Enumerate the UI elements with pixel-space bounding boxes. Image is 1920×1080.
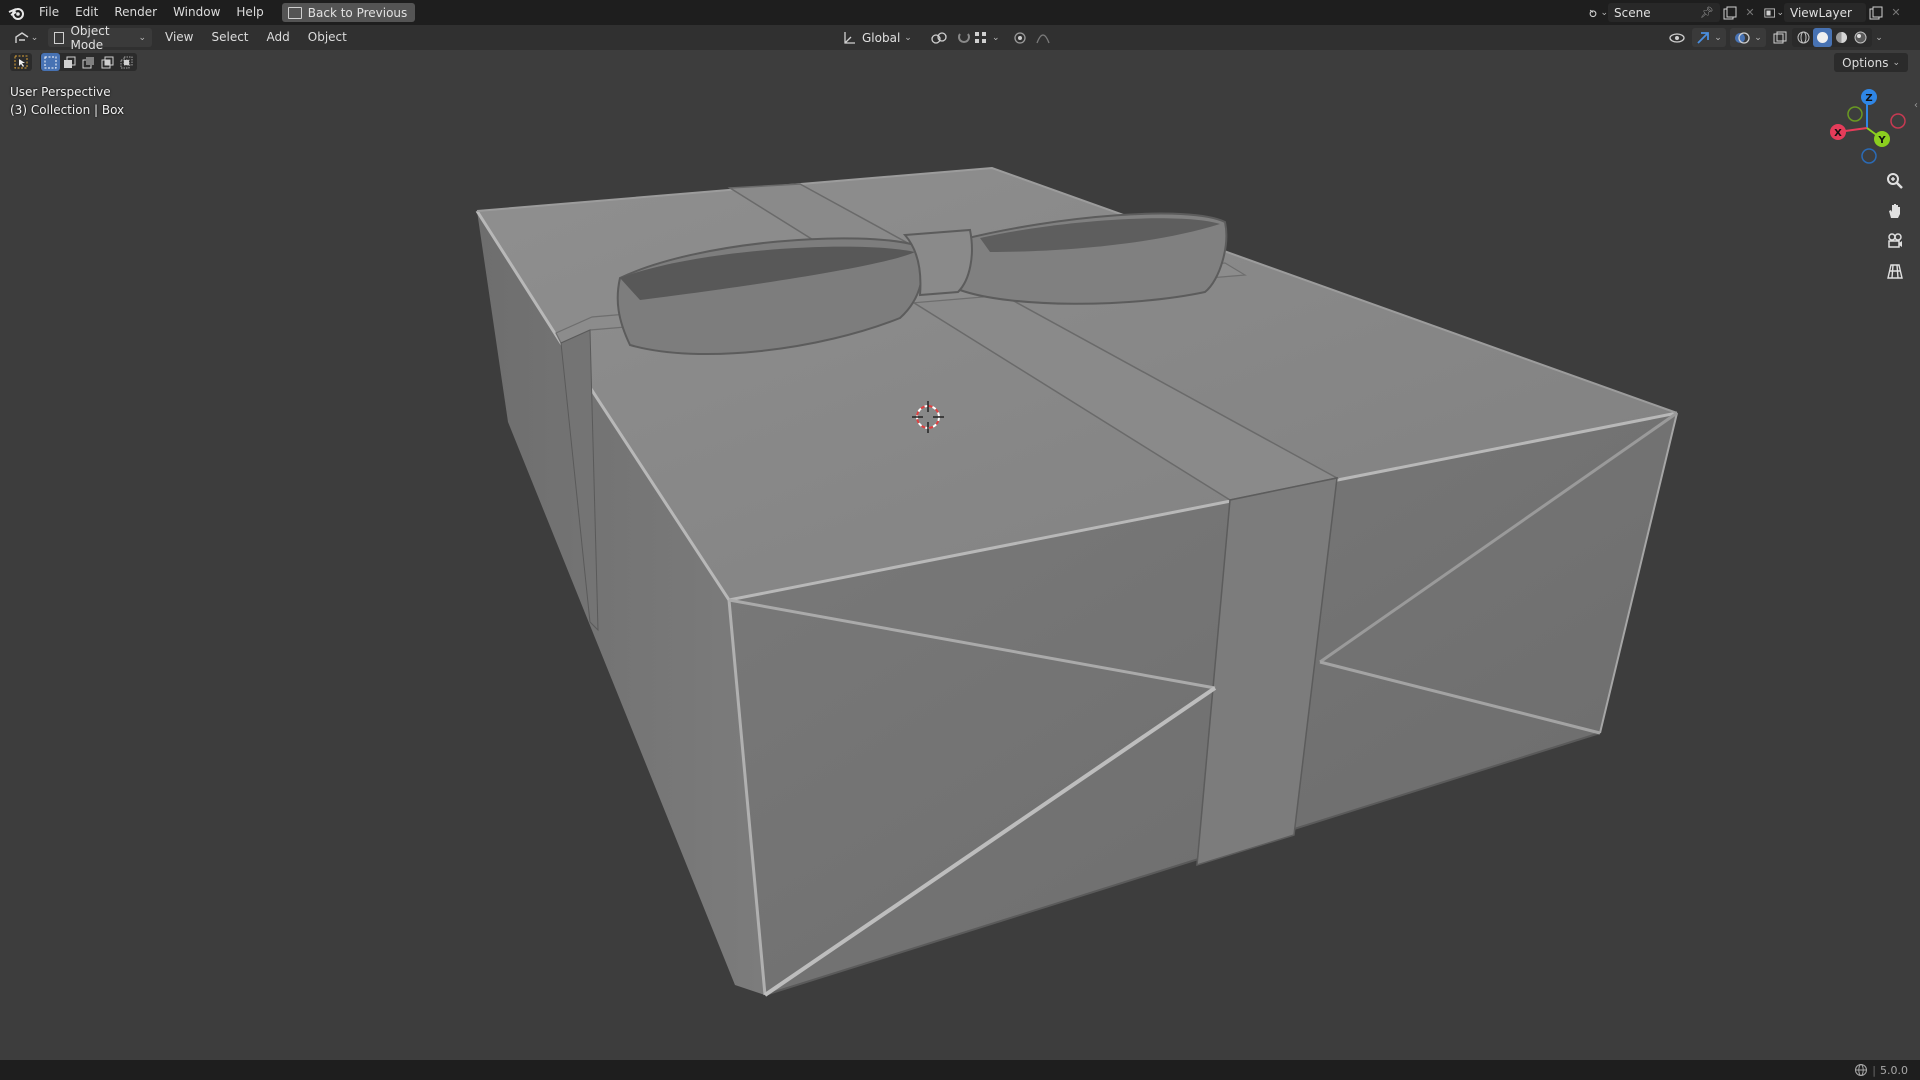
3d-viewport[interactable]: Z X Y bbox=[0, 50, 1920, 1060]
options-dropdown[interactable]: Options ⌄ bbox=[1834, 53, 1908, 72]
menu-edit[interactable]: Edit bbox=[67, 0, 106, 25]
close-scene-icon[interactable]: ✕ bbox=[1740, 3, 1760, 22]
menu-view[interactable]: View bbox=[156, 28, 202, 47]
pin-icon[interactable]: 📌︎ bbox=[1700, 6, 1714, 19]
view-layer-name-field[interactable]: ViewLayer bbox=[1784, 3, 1866, 22]
gift-box-mesh[interactable] bbox=[475, 166, 1678, 997]
back-to-previous-button[interactable]: Back to Previous bbox=[281, 3, 416, 22]
menu-render[interactable]: Render bbox=[106, 0, 165, 25]
chevron-down-icon: ⌄ bbox=[1892, 57, 1900, 68]
solid-shading-icon[interactable] bbox=[1813, 28, 1832, 47]
back-to-previous-label: Back to Previous bbox=[307, 5, 408, 20]
overlays-toggle-icon[interactable]: ⌄ bbox=[1730, 28, 1766, 47]
shading-options-chevron-icon[interactable]: ⌄ bbox=[1872, 28, 1886, 47]
falloff-icon[interactable] bbox=[1030, 28, 1056, 47]
snap-target-icon[interactable]: ⌄ bbox=[974, 28, 1000, 47]
zoom-icon[interactable] bbox=[1882, 168, 1908, 194]
new-view-layer-icon[interactable] bbox=[1866, 3, 1886, 22]
editor-type-icon[interactable]: ⌄ bbox=[10, 28, 42, 47]
camera-view-icon[interactable] bbox=[1882, 228, 1908, 254]
scene-browse-icon[interactable]: ⌄ bbox=[1588, 3, 1608, 22]
visibility-icon[interactable] bbox=[1662, 28, 1692, 47]
menu-select[interactable]: Select bbox=[202, 28, 257, 47]
orientation-icon bbox=[844, 31, 855, 44]
collection-info: (3) Collection | Box bbox=[10, 103, 125, 117]
rendered-shading-icon[interactable] bbox=[1851, 28, 1870, 47]
navigation-gizmo[interactable]: Z X Y bbox=[1830, 89, 1906, 164]
top-bar: File Edit Render Window Help Back to Pre… bbox=[0, 0, 1920, 25]
object-mode-icon bbox=[54, 31, 65, 44]
wireframe-shading-icon[interactable] bbox=[1794, 28, 1813, 47]
gizmo-negative-y-icon[interactable] bbox=[1847, 106, 1863, 122]
blender-logo-icon[interactable] bbox=[7, 4, 25, 22]
gizmo-negative-x-icon[interactable] bbox=[1890, 113, 1906, 129]
gizmo-x-label: X bbox=[1834, 128, 1842, 139]
options-label: Options bbox=[1842, 55, 1889, 70]
snap-toggle-icon[interactable] bbox=[954, 28, 974, 47]
viewport-header: ⌄ Object Mode ⌄ View Select Add Object G… bbox=[0, 24, 1920, 52]
view-layer-browse-icon[interactable]: ⌄ bbox=[1764, 3, 1784, 22]
menu-file[interactable]: File bbox=[31, 0, 67, 25]
chevron-down-icon: ⌄ bbox=[138, 32, 146, 43]
menu-object[interactable]: Object bbox=[299, 28, 356, 47]
proportional-editing-icon[interactable] bbox=[1010, 28, 1030, 47]
gizmo-toggle-icon[interactable]: ⌄ bbox=[1692, 28, 1726, 47]
sidebar-toggle-icon[interactable]: ‹ bbox=[1914, 100, 1918, 111]
network-icon bbox=[1855, 1064, 1868, 1076]
menu-window[interactable]: Window bbox=[165, 0, 228, 25]
pan-hand-icon[interactable] bbox=[1882, 198, 1908, 224]
menu-add[interactable]: Add bbox=[258, 28, 299, 47]
xray-toggle-icon[interactable] bbox=[1770, 28, 1790, 47]
view-layer-name: ViewLayer bbox=[1790, 5, 1852, 20]
menu-help[interactable]: Help bbox=[228, 0, 271, 25]
close-view-layer-icon[interactable]: ✕ bbox=[1886, 3, 1906, 22]
gizmo-y-label: Y bbox=[1877, 135, 1886, 146]
object-mode-dropdown[interactable]: Object Mode ⌄ bbox=[48, 24, 152, 52]
orthographic-grid-icon[interactable] bbox=[1882, 258, 1908, 284]
material-shading-icon[interactable] bbox=[1832, 28, 1851, 47]
transform-orientation-label: Global bbox=[862, 30, 901, 45]
version-label: 5.0.0 bbox=[1880, 1063, 1908, 1077]
scene-name-field[interactable]: Scene 📌︎ bbox=[1608, 3, 1720, 22]
gizmo-negative-z-icon[interactable] bbox=[1861, 148, 1877, 164]
status-bar: | 5.0.0 bbox=[0, 1060, 1920, 1080]
pivot-point-icon[interactable] bbox=[924, 28, 954, 47]
new-scene-icon[interactable] bbox=[1720, 3, 1740, 22]
object-mode-label: Object Mode bbox=[70, 23, 110, 52]
view-name: User Perspective bbox=[10, 85, 111, 99]
transform-orientation-dropdown[interactable]: Global ⌄ bbox=[836, 28, 918, 47]
gizmo-z-label: Z bbox=[1865, 93, 1872, 104]
scene-name: Scene bbox=[1614, 5, 1651, 20]
back-icon bbox=[287, 6, 302, 19]
